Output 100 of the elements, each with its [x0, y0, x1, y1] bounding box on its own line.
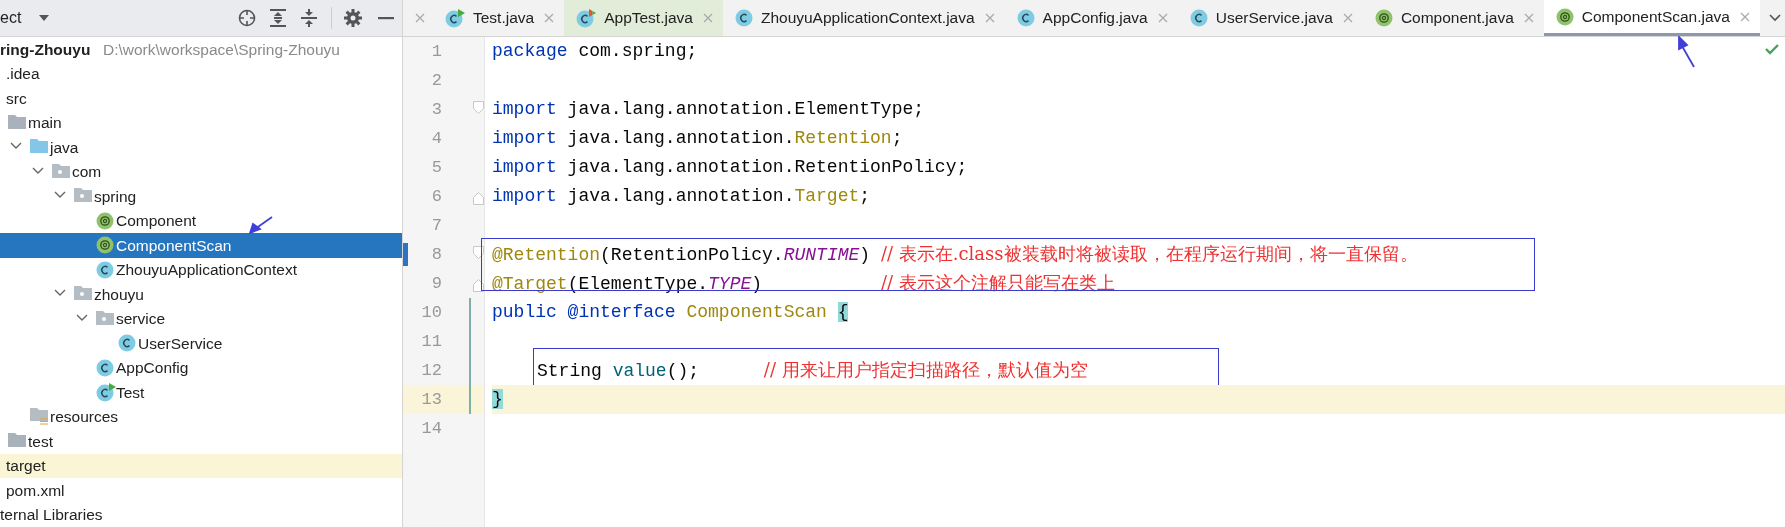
tree-label: test — [28, 431, 53, 452]
settings-icon[interactable] — [344, 9, 362, 27]
tree-label: UserService — [138, 333, 223, 354]
folder-icon — [8, 113, 26, 129]
annotation-icon — [96, 236, 114, 254]
tree-label: service — [116, 309, 166, 330]
chevron-down-icon[interactable] — [10, 142, 22, 150]
line-number: 7 — [431, 214, 442, 237]
collapse-all-icon[interactable] — [301, 9, 317, 27]
editor-tab[interactable]: ComponentScan.java — [1543, 0, 1760, 36]
tree-label: spring — [94, 186, 137, 207]
line-number: 1 — [431, 40, 442, 63]
crosshair-icon[interactable] — [238, 9, 256, 27]
class-icon — [1189, 9, 1208, 27]
class-icon — [118, 334, 136, 352]
fold-marker-icon[interactable] — [473, 101, 484, 114]
tree-label: ZhouyuApplicationContext — [116, 260, 297, 281]
package-folder-icon — [96, 309, 114, 325]
tree-label: main — [28, 113, 62, 134]
dropdown-caret-icon[interactable] — [38, 14, 51, 22]
tree-row[interactable]: Test — [0, 380, 402, 405]
tree-row[interactable]: ComponentScan — [0, 233, 402, 258]
class-icon — [96, 358, 114, 377]
tree-label: com — [72, 162, 102, 183]
tree-label: AppConfig — [116, 358, 189, 379]
line-number: 12 — [421, 359, 442, 382]
annotation-icon — [96, 211, 114, 230]
code-line: @Retention(RetentionPolicy.RUNTIME) // 表示在.class被装载时将被读取，在程序运行期间，将一直保留。 — [492, 242, 1418, 267]
tree-row[interactable]: UserService — [0, 331, 402, 356]
runnable-class-icon — [445, 8, 465, 28]
line-number: 13 — [421, 388, 442, 411]
tree-row[interactable]: ring-Zhouyu D:\work\workspace\Spring-Zhouyu — [0, 37, 402, 62]
tree-label: resources — [50, 407, 119, 428]
panel-title[interactable]: ect — [0, 6, 22, 30]
tree-row[interactable]: service — [0, 306, 402, 331]
tree-label: target — [6, 456, 46, 477]
tree-row[interactable]: zhouyu — [0, 282, 402, 307]
tree-row[interactable]: src — [0, 86, 402, 111]
package-folder-icon — [52, 162, 70, 178]
tree-label: ring-Zhouyu — [0, 39, 91, 60]
tree-row[interactable]: spring — [0, 184, 402, 209]
tree-row[interactable]: target — [0, 453, 402, 478]
fold-marker-icon[interactable] — [473, 192, 484, 205]
tree-row[interactable]: java — [0, 135, 402, 160]
tree-row[interactable]: main — [0, 110, 402, 135]
tree-row[interactable]: resources — [0, 404, 402, 429]
line-number: 4 — [431, 127, 442, 150]
expand-all-icon[interactable] — [270, 9, 286, 27]
tree-label: ternal Libraries — [0, 505, 103, 526]
code-line: String value(); // 用来让用户指定扫描路径，默认值为空 — [537, 358, 1088, 383]
project-path: D:\work\workspace\Spring-Zhouyu — [103, 39, 340, 60]
chevron-down-icon[interactable] — [32, 166, 44, 175]
code-line: package com.spring; — [492, 40, 698, 63]
chevron-down-icon[interactable] — [54, 289, 66, 297]
tree-row[interactable]: ZhouyuApplicationContext — [0, 257, 402, 282]
tree-label: .idea — [6, 64, 40, 85]
code-line: public @interface ComponentScan { — [492, 301, 849, 324]
tree-label: Component — [116, 211, 197, 232]
line-number: 8 — [431, 243, 442, 266]
tree-row[interactable]: Component — [0, 208, 402, 233]
editor-tab[interactable]: Component.java — [1362, 0, 1544, 36]
chevron-down-icon[interactable] — [54, 191, 66, 199]
editor-tab[interactable]: Test.java — [433, 0, 565, 36]
tree-row[interactable]: pom.xml — [0, 478, 402, 503]
fold-marker-icon[interactable] — [473, 246, 484, 259]
chevron-down-icon[interactable] — [1769, 14, 1781, 22]
code-line: import java.lang.annotation.Target; — [492, 185, 871, 208]
tree-row[interactable]: test — [0, 429, 402, 454]
tree-row[interactable]: AppConfig — [0, 355, 402, 380]
line-number: 10 — [421, 301, 442, 324]
editor-tab[interactable]: AppConfig.java — [1004, 0, 1178, 36]
folder-icon — [8, 432, 26, 447]
annotation-icon — [1374, 9, 1393, 27]
check-icon — [1765, 44, 1779, 55]
line-number: 14 — [421, 417, 442, 440]
resources-folder-icon — [30, 407, 48, 425]
tree-label: Test — [116, 382, 145, 403]
editor-tab[interactable]: UserService.java — [1177, 0, 1363, 36]
annotation-icon — [1555, 7, 1574, 26]
line-number: 6 — [431, 185, 442, 208]
line-number: 3 — [431, 98, 442, 121]
tree-label: zhouyu — [94, 284, 144, 305]
tree-row[interactable]: com — [0, 159, 402, 184]
editor-tab[interactable]: AppTest.java — [564, 0, 723, 36]
tree-label: pom.xml — [6, 480, 65, 501]
class-icon — [734, 9, 753, 27]
class-icon — [96, 260, 114, 279]
test-class-icon — [576, 8, 597, 28]
fold-marker-icon[interactable] — [473, 279, 484, 292]
class-icon — [1016, 9, 1035, 27]
change-marker — [403, 243, 408, 266]
arrow-icon — [249, 216, 273, 234]
tree-row[interactable]: .idea — [0, 61, 402, 86]
editor-tab[interactable]: ZhouyuApplicationContext.java — [722, 0, 1005, 36]
minimize-icon[interactable] — [378, 16, 394, 20]
chevron-down-icon[interactable] — [76, 313, 88, 322]
code-line: import java.lang.annotation.RetentionPolicy; — [492, 156, 968, 179]
tree-label: java — [50, 137, 79, 158]
tree-row[interactable]: ternal Libraries — [0, 502, 402, 527]
line-number: 2 — [431, 69, 442, 92]
